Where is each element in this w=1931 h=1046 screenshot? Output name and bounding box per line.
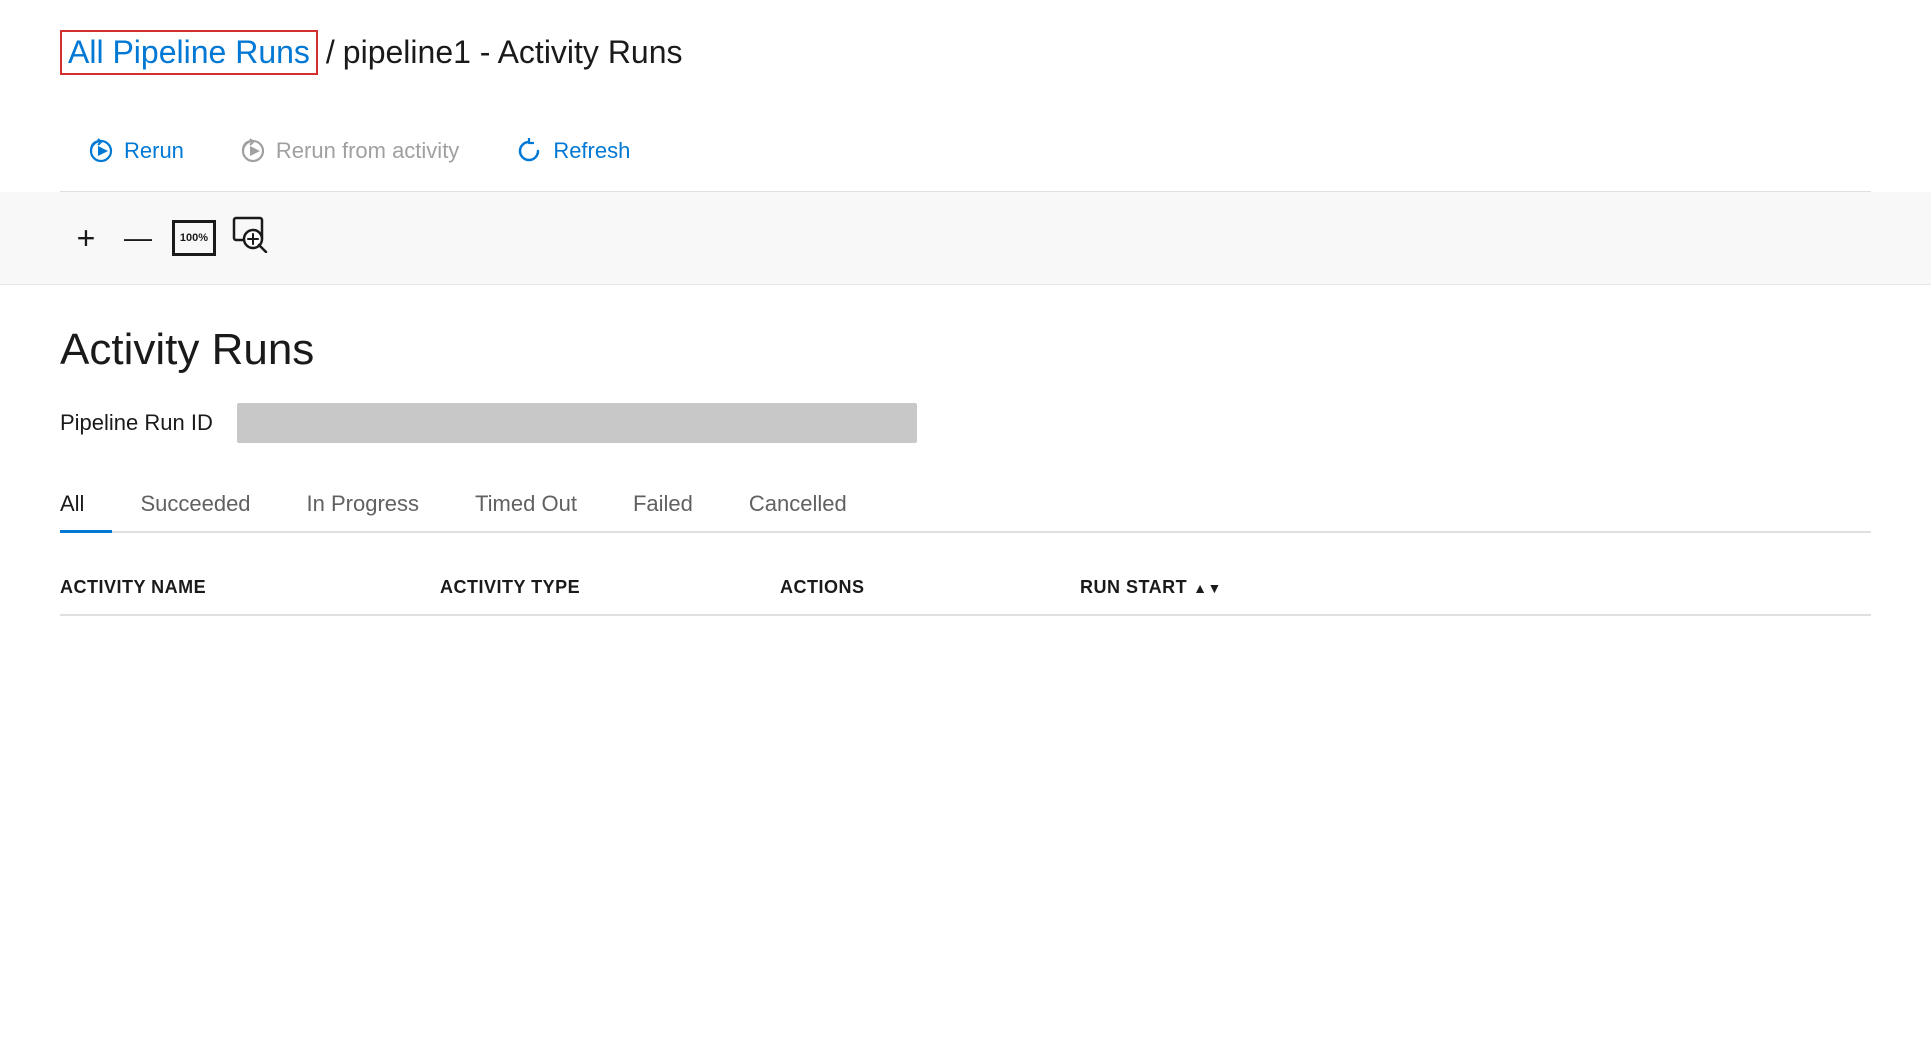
zoom-out-label: — [124, 222, 152, 254]
zoom-search-icon-symbol [231, 215, 269, 261]
col-header-activity-type: ACTIVITY TYPE [440, 577, 780, 598]
zoom-search-button[interactable] [224, 212, 276, 264]
tab-cancelled[interactable]: Cancelled [721, 479, 875, 531]
zoom-out-button[interactable]: — [112, 212, 164, 264]
refresh-button[interactable]: Refresh [487, 127, 658, 175]
all-pipeline-runs-link[interactable]: All Pipeline Runs [60, 30, 318, 75]
breadcrumb: All Pipeline Runs / pipeline1 - Activity… [60, 30, 1871, 75]
sort-icon: ▲▼ [1193, 580, 1222, 596]
rerun-from-activity-icon [240, 138, 266, 164]
zoom-in-label: + [77, 220, 96, 257]
tab-succeeded[interactable]: Succeeded [112, 479, 278, 531]
col-header-activity-name: ACTIVITY NAME [60, 577, 440, 598]
zoom-fit-icon: 100% [172, 220, 216, 256]
table-header: ACTIVITY NAME ACTIVITY TYPE ACTIONS RUN … [60, 553, 1871, 616]
rerun-button[interactable]: Rerun [60, 128, 212, 174]
zoom-in-button[interactable]: + [60, 212, 112, 264]
tab-timed-out[interactable]: Timed Out [447, 479, 605, 531]
tabs: All Succeeded In Progress Timed Out Fail… [60, 479, 1871, 533]
zoom-toolbar: + — 100% [0, 192, 1931, 285]
col-header-run-start[interactable]: RUN START ▲▼ [1080, 577, 1871, 598]
pipeline-run-id-label: Pipeline Run ID [60, 410, 213, 436]
tab-failed[interactable]: Failed [605, 479, 721, 531]
rerun-from-activity-button[interactable]: Rerun from activity [212, 128, 487, 174]
activity-runs-title: Activity Runs [60, 325, 1871, 375]
tab-in-progress[interactable]: In Progress [279, 479, 448, 531]
activity-runs-section: Activity Runs Pipeline Run ID All Succee… [60, 285, 1871, 616]
pipeline-run-id-value [237, 403, 917, 443]
col-header-actions: ACTIONS [780, 577, 1080, 598]
tab-all[interactable]: All [60, 479, 112, 531]
rerun-from-activity-label: Rerun from activity [276, 138, 459, 164]
toolbar: Rerun Rerun from activity Refresh [60, 111, 1871, 192]
refresh-icon [515, 137, 543, 165]
pipeline-run-id-row: Pipeline Run ID [60, 403, 1871, 443]
refresh-label: Refresh [553, 138, 630, 164]
rerun-label: Rerun [124, 138, 184, 164]
breadcrumb-separator: / [326, 34, 335, 71]
zoom-fit-button[interactable]: 100% [164, 212, 224, 264]
breadcrumb-current: pipeline1 - Activity Runs [343, 34, 683, 71]
rerun-icon [88, 138, 114, 164]
